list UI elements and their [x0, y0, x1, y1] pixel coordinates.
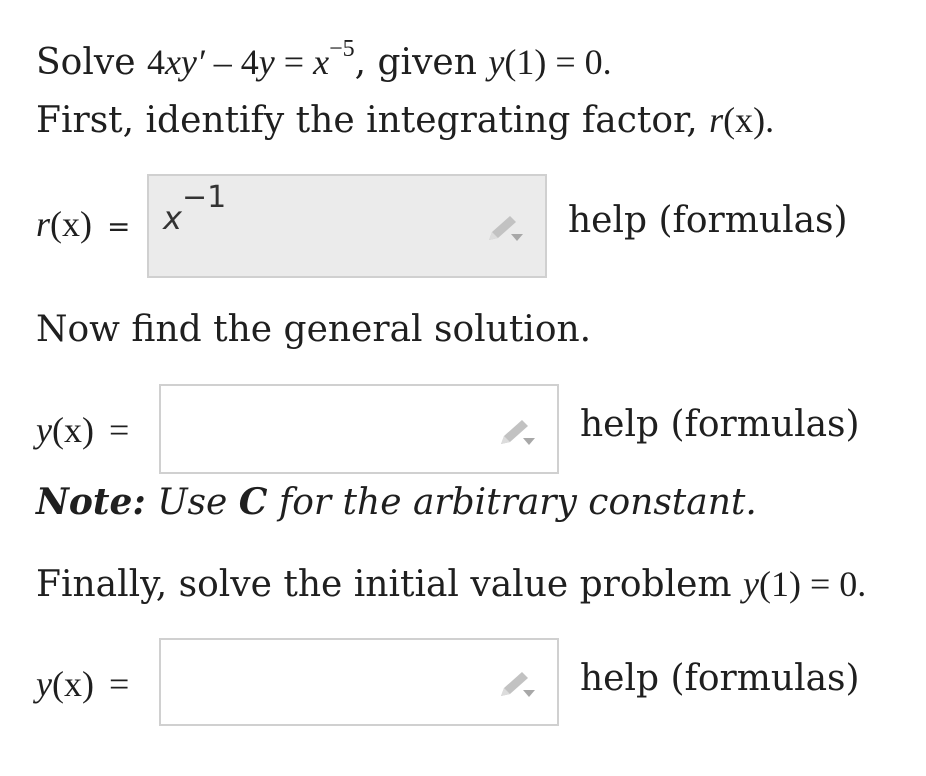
step2-instruction: Now find the general solution. [36, 309, 592, 350]
help-formulas-link-3[interactable]: help (formulas) [580, 658, 860, 699]
ivp-solution-label: y(x) = [36, 664, 130, 704]
integrating-factor-input[interactable]: x−1 [147, 174, 547, 278]
problem-statement: Solve 4xy′ – 4y = x−5, given y(1) = 0. [36, 36, 612, 85]
initial-condition: y(1) = 0. [488, 42, 612, 82]
note: Note: Use C for the arbitrary constant. [36, 481, 757, 523]
pencil-icon[interactable] [495, 416, 541, 450]
given-text: , given [354, 42, 477, 83]
r-field-label: r(x) = [36, 204, 131, 244]
equation: 4xy′ – 4y = x−5 [146, 36, 355, 82]
constant-symbol: C [238, 481, 268, 523]
integrating-factor-value: x−1 [163, 180, 227, 238]
general-solution-input[interactable] [159, 384, 559, 474]
step1-instruction: First, identify the integrating factor, … [36, 100, 775, 141]
help-formulas-link-1[interactable]: help (formulas) [568, 200, 848, 241]
pencil-icon[interactable] [483, 212, 529, 246]
general-solution-label: y(x) = [36, 410, 130, 450]
help-formulas-link-2[interactable]: help (formulas) [580, 404, 860, 445]
solve-word: Solve [36, 42, 136, 83]
step3-instruction: Finally, solve the initial value problem… [36, 564, 867, 605]
pencil-icon[interactable] [495, 668, 541, 702]
ivp-solution-input[interactable] [159, 638, 559, 726]
